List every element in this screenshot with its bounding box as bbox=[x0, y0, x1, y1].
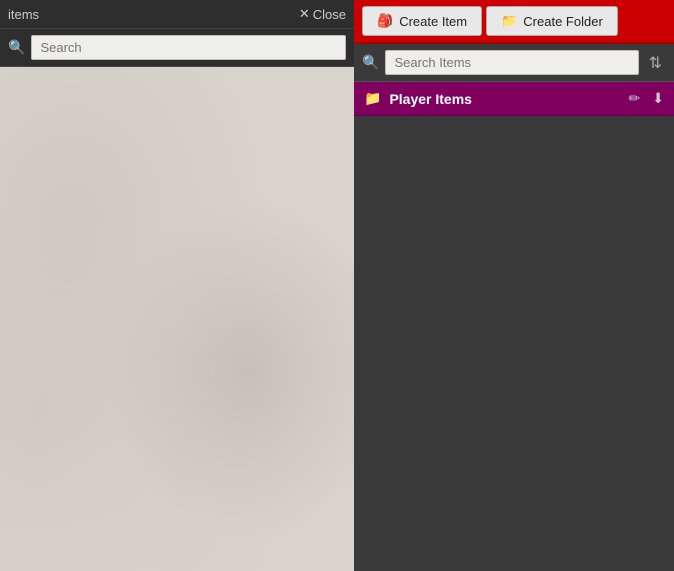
player-items-row[interactable]: 📁 Player Items ✏ ⬇ bbox=[354, 82, 674, 116]
player-items-label: Player Items bbox=[389, 91, 616, 107]
sort-icon[interactable]: ⇅ bbox=[645, 51, 666, 75]
create-item-label: Create Item bbox=[399, 14, 467, 29]
close-label: Close bbox=[313, 7, 346, 22]
close-button[interactable]: ✕ Close bbox=[299, 6, 346, 22]
right-search-input[interactable] bbox=[385, 50, 638, 75]
search-icon-right: 🔍 bbox=[362, 54, 379, 71]
right-top-bar: 🎒 Create Item 📁 Create Folder bbox=[354, 0, 674, 44]
create-folder-label: Create Folder bbox=[523, 14, 602, 29]
left-panel: items ✕ Close 🔍 bbox=[0, 0, 354, 571]
left-panel-title: items bbox=[8, 7, 39, 22]
right-search-bar: 🔍 ⇅ bbox=[354, 44, 674, 82]
close-icon: ✕ bbox=[299, 6, 310, 22]
left-search-input[interactable] bbox=[31, 35, 346, 60]
right-panel: 🎒 Create Item 📁 Create Folder 🔍 ⇅ 📁 Play… bbox=[354, 0, 674, 571]
right-content-area bbox=[354, 116, 674, 571]
create-item-icon: 🎒 bbox=[377, 13, 393, 29]
create-folder-icon: 📁 bbox=[501, 13, 517, 29]
folder-icon: 📁 bbox=[364, 90, 381, 107]
left-header: items ✕ Close bbox=[0, 0, 354, 29]
edit-icon[interactable]: ✏ bbox=[629, 90, 641, 107]
search-icon-left: 🔍 bbox=[8, 39, 25, 56]
left-content-area bbox=[0, 67, 354, 571]
download-icon[interactable]: ⬇ bbox=[652, 90, 664, 107]
create-folder-button[interactable]: 📁 Create Folder bbox=[486, 6, 618, 36]
left-search-bar: 🔍 bbox=[0, 29, 354, 67]
create-item-button[interactable]: 🎒 Create Item bbox=[362, 6, 482, 36]
